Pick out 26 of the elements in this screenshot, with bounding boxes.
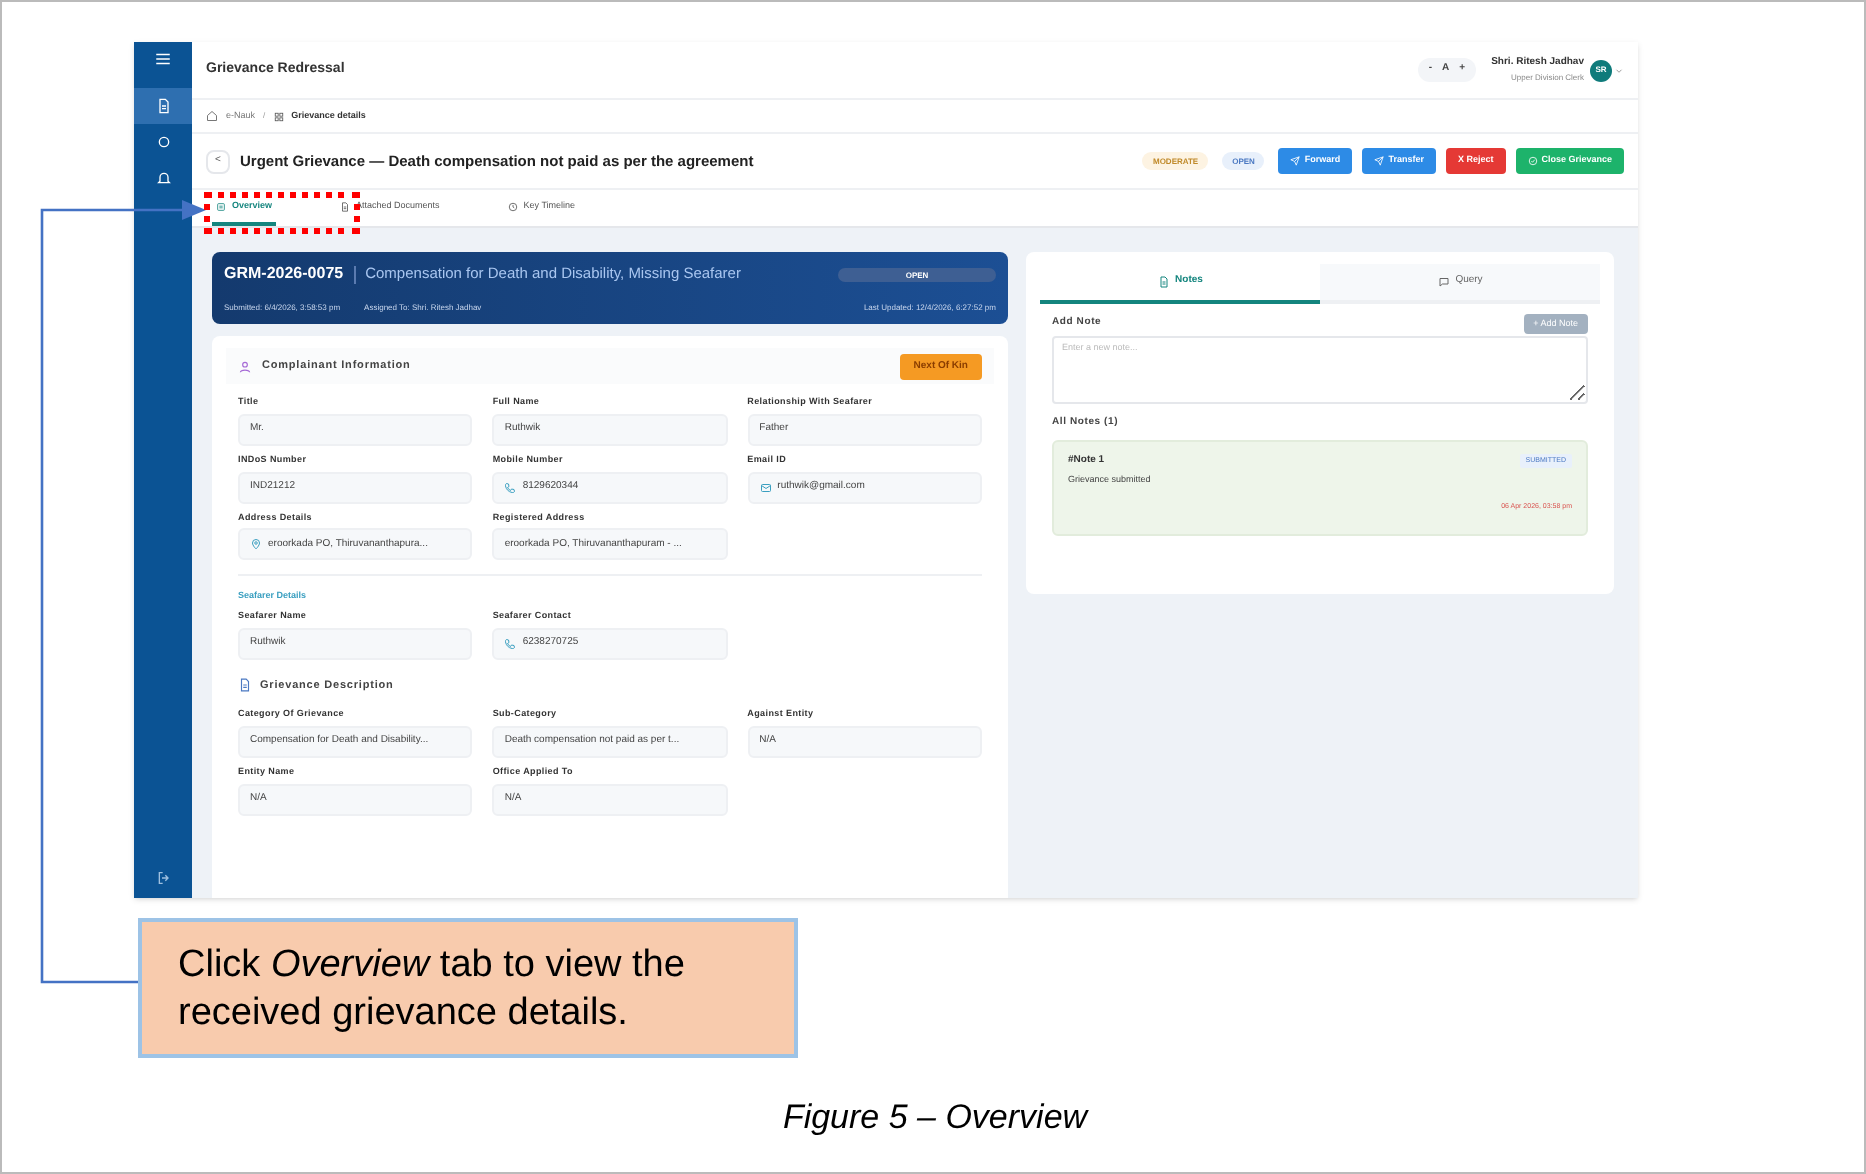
- send-icon: [1290, 156, 1301, 166]
- grid-icon: [273, 111, 284, 121]
- chat-icon: [1437, 276, 1450, 288]
- send-icon: [1374, 156, 1385, 166]
- callout-note: Click Overview tab to view the received grievance details.: [138, 918, 798, 1058]
- overview-icon: [216, 202, 226, 212]
- phone-icon: [504, 481, 517, 493]
- sidebar-item[interactable]: [134, 88, 192, 124]
- check-circle-icon: [1527, 156, 1538, 166]
- logout-icon[interactable]: [155, 870, 171, 886]
- location-pin-icon: [250, 538, 262, 551]
- document-icon: [1157, 276, 1170, 288]
- phone-icon: [504, 637, 517, 650]
- person-icon: [238, 359, 252, 373]
- document-icon: [238, 678, 252, 693]
- bell-icon: [155, 170, 171, 186]
- circle-icon: [155, 134, 171, 150]
- menu-icon[interactable]: [154, 50, 172, 68]
- mail-icon: [759, 481, 772, 493]
- home-icon: [206, 110, 218, 122]
- clock-icon: [507, 202, 518, 212]
- grievance-id: GRM-2026-0075: [224, 262, 344, 286]
- document-icon: [340, 202, 351, 212]
- document-icon: [155, 98, 171, 114]
- chevron-down-icon: [1614, 65, 1624, 75]
- figure-caption: Figure 5 – Overview: [780, 1096, 1091, 1140]
